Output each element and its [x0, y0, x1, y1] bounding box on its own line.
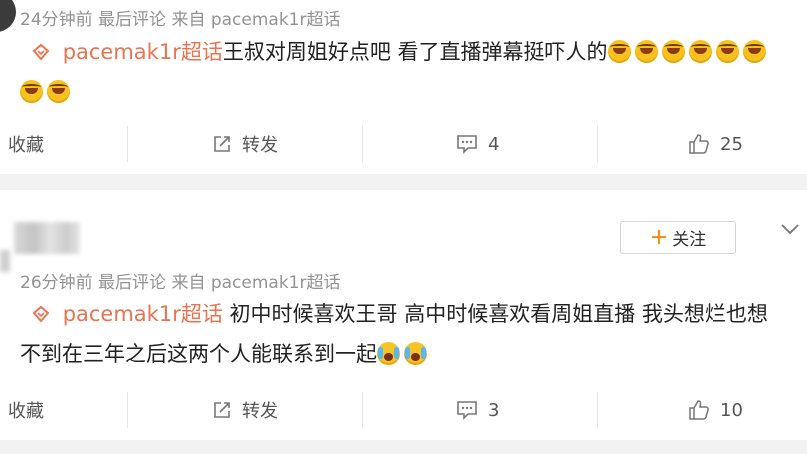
divider	[127, 126, 128, 162]
thumbs-up-icon	[689, 134, 709, 154]
laugh-cry-emoji	[20, 80, 43, 103]
comment-icon	[457, 401, 477, 420]
comment-count: 4	[488, 133, 500, 155]
laugh-cry-emoji	[607, 40, 631, 63]
collect-label: 收藏	[8, 135, 44, 156]
post-card: + 关注 26分钟前 最后评论 来自 pacemak1r超话 pacemak1r…	[0, 190, 807, 440]
divider	[597, 392, 598, 428]
comment-count: 3	[488, 399, 500, 421]
avatar[interactable]	[14, 222, 80, 254]
action-bar: 收藏 转发 4 25	[0, 114, 807, 174]
post-text-line2: 不到在三年之后这两个人能联系到一起	[20, 342, 377, 366]
avatar[interactable]	[0, 0, 16, 32]
like-count: 25	[720, 133, 743, 155]
collect-button[interactable]: 收藏	[8, 380, 44, 440]
repost-button[interactable]: 转发	[212, 114, 278, 174]
crying-emoji	[377, 342, 400, 365]
plus-icon: +	[649, 224, 669, 250]
repost-icon	[214, 402, 230, 418]
post-text: 王叔对周姐好点吧 看了直播弹幕挺吓人的	[222, 40, 608, 64]
emoji-group	[377, 342, 431, 366]
chevron-down-icon[interactable]	[779, 221, 801, 237]
laugh-cry-emoji	[742, 40, 766, 63]
avatar-edge	[0, 250, 10, 272]
divider	[127, 392, 128, 428]
laugh-cry-emoji	[634, 40, 658, 63]
divider	[362, 392, 363, 428]
divider	[597, 126, 598, 162]
laugh-cry-emoji	[715, 40, 739, 63]
repost-label: 转发	[242, 401, 278, 422]
repost-icon	[214, 136, 230, 152]
post-text-line1: 初中时候喜欢王哥 高中时候喜欢看周姐直播 我头想烂也想	[229, 302, 768, 326]
crying-emoji	[404, 342, 427, 365]
super-topic-link[interactable]: pacemak1r超话	[63, 302, 223, 326]
collect-button[interactable]: 收藏	[8, 114, 44, 174]
comment-icon	[457, 135, 477, 154]
like-button[interactable]: 25	[688, 114, 743, 174]
thumbs-up-icon	[689, 400, 709, 420]
laugh-cry-emoji	[688, 40, 712, 63]
repost-button[interactable]: 转发	[212, 380, 278, 440]
laugh-cry-emoji	[47, 80, 70, 103]
comment-button[interactable]: 3	[456, 380, 499, 440]
super-topic-icon	[20, 302, 63, 326]
post-content: pacemak1r超话 初中时候喜欢王哥 高中时候喜欢看周姐直播 我头想烂也想不…	[20, 294, 795, 374]
post-content: pacemak1r超话王叔对周姐好点吧 看了直播弹幕挺吓人的	[20, 32, 795, 112]
card-separator	[0, 174, 807, 190]
repost-label: 转发	[242, 135, 278, 156]
comment-button[interactable]: 4	[456, 114, 499, 174]
card-separator	[0, 440, 807, 454]
follow-button[interactable]: + 关注	[620, 221, 736, 254]
divider	[362, 126, 363, 162]
follow-label: 关注	[672, 230, 707, 250]
like-button[interactable]: 10	[688, 380, 743, 440]
collect-label: 收藏	[8, 401, 44, 422]
laugh-cry-emoji	[661, 40, 685, 63]
post-card: 24分钟前 最后评论 来自 pacemak1r超话 pacemak1r超话王叔对…	[0, 0, 807, 174]
super-topic-link[interactable]: pacemak1r超话	[63, 40, 223, 64]
super-topic-icon	[20, 40, 63, 64]
post-meta: 26分钟前 最后评论 来自 pacemak1r超话	[20, 273, 341, 293]
action-bar: 收藏 转发 3 10	[0, 380, 807, 440]
post-meta: 24分钟前 最后评论 来自 pacemak1r超话	[20, 10, 341, 30]
like-count: 10	[720, 399, 743, 421]
